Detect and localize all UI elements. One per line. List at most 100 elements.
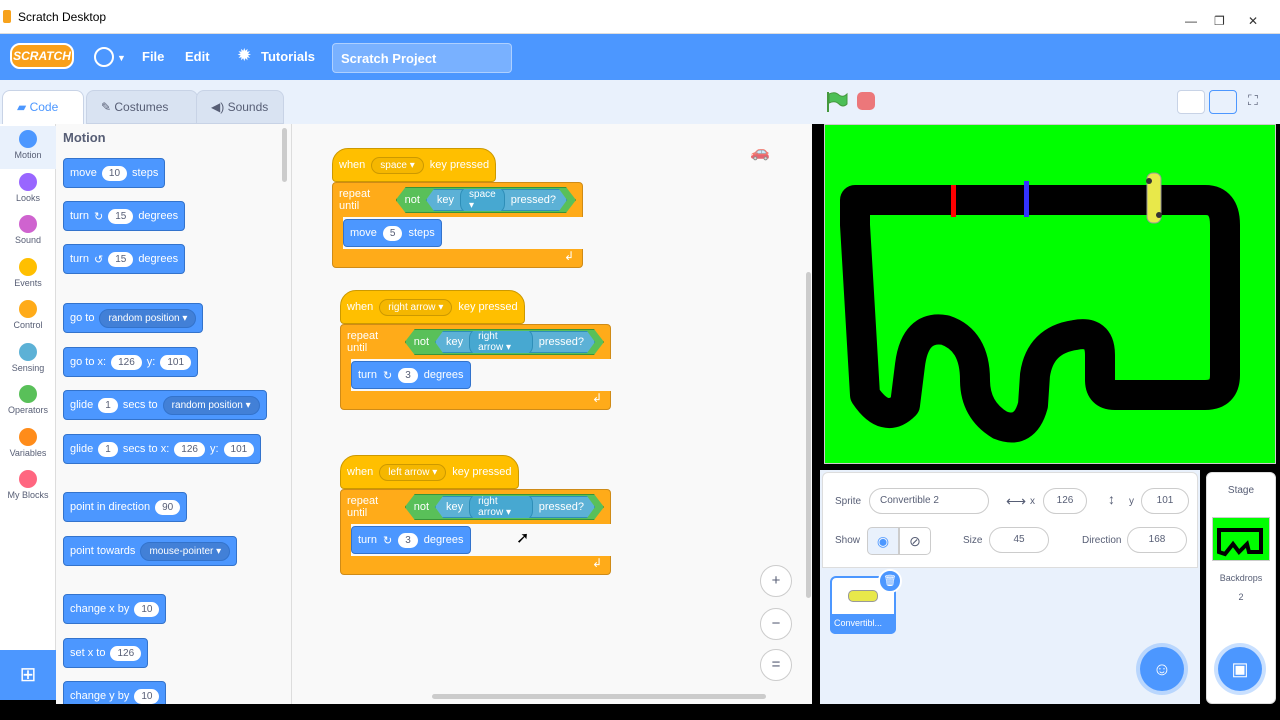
block-point-in-direction[interactable]: point in direction 90 [63, 492, 188, 522]
choose-backdrop-icon[interactable]: ▣ [1218, 647, 1262, 691]
direction-input[interactable]: 168 [1127, 527, 1187, 553]
sensing-key-dropdown[interactable]: right arrow ▾ [469, 493, 533, 521]
y-input[interactable]: 101 [223, 441, 255, 457]
block-set-x[interactable]: set x to 126 [63, 638, 149, 668]
point-towards-dropdown[interactable]: mouse-pointer ▾ [140, 541, 231, 561]
language-globe-icon[interactable] [94, 47, 114, 67]
file-menu[interactable]: File [142, 49, 164, 64]
choose-sprite-icon[interactable]: ☺ [1140, 647, 1184, 691]
show-hidden-icon[interactable]: ⊘ [899, 527, 931, 555]
glide-target-dropdown[interactable]: random position ▾ [162, 395, 260, 415]
stop-icon[interactable] [857, 92, 875, 110]
category-operators[interactable]: Operators [0, 381, 56, 424]
key-pressed-sensing[interactable]: key space ▾ pressed? [426, 189, 567, 211]
project-title-input[interactable]: Scratch Project [332, 43, 512, 73]
language-caret-icon[interactable]: ▼ [117, 53, 126, 63]
change-x-input[interactable]: 10 [134, 601, 160, 617]
fullscreen-icon[interactable]: ⛶ [1248, 92, 1258, 109]
degrees-input[interactable]: 15 [108, 208, 134, 224]
tab-code[interactable]: ▰ Code [2, 90, 84, 124]
script-horizontal-scrollbar[interactable] [432, 694, 766, 699]
repeat-until-block[interactable]: repeat until not key right arrow ▾ pressed… [340, 489, 612, 575]
steps-input[interactable]: 5 [382, 225, 403, 241]
palette-scrollbar[interactable] [282, 128, 287, 182]
category-looks[interactable]: Looks [0, 169, 56, 212]
tab-sounds[interactable]: ◀) Sounds [196, 90, 284, 124]
close-icon[interactable]: ✕ [1248, 14, 1258, 28]
turn-degrees-block[interactable]: turn ↻ 3 degrees [351, 526, 471, 554]
size-input[interactable]: 45 [989, 527, 1049, 553]
category-sensing[interactable]: Sensing [0, 339, 56, 382]
goto-target-dropdown[interactable]: random position ▾ [99, 308, 197, 328]
block-glide-to-xy[interactable]: glide 1 secs to x: 126 y: 101 [63, 434, 262, 464]
category-variables[interactable]: Variables [0, 424, 56, 467]
category-motion[interactable]: Motion [0, 126, 56, 169]
secs-input[interactable]: 1 [98, 441, 118, 457]
tutorials-menu[interactable]: Tutorials [261, 49, 315, 64]
tab-costumes[interactable]: ✎ Costumes [86, 90, 198, 124]
sensing-key-dropdown[interactable]: space ▾ [460, 186, 505, 214]
block-change-y[interactable]: change y by 10 [63, 681, 167, 704]
category-control[interactable]: Control [0, 296, 56, 339]
maximize-icon[interactable]: ❐ [1214, 14, 1225, 28]
backdrop-thumbnail[interactable] [1212, 517, 1270, 561]
edit-menu[interactable]: Edit [185, 49, 210, 64]
y-position-input[interactable]: 101 [1141, 488, 1189, 514]
x-position-input[interactable]: 126 [1043, 488, 1087, 514]
block-point-towards[interactable]: point towards mouse-pointer ▾ [63, 536, 238, 566]
direction-input[interactable]: 90 [155, 499, 181, 515]
block-go-to-xy[interactable]: go to x: 126 y: 101 [63, 347, 199, 377]
delete-sprite-icon[interactable]: 🗑 [878, 569, 902, 593]
not-operator[interactable]: not key right arrow ▾ pressed? [405, 329, 604, 355]
degrees-input[interactable]: 3 [398, 367, 418, 383]
minimize-icon[interactable]: — [1185, 14, 1197, 28]
category-my-blocks[interactable]: My Blocks [0, 466, 56, 509]
steps-input[interactable]: 10 [101, 165, 128, 181]
not-operator[interactable]: not key space ▾ pressed? [396, 187, 576, 213]
x-input[interactable]: 126 [174, 441, 205, 457]
sprite-name-input[interactable]: Convertible 2 [869, 488, 989, 514]
block-turn-left[interactable]: turn ↺ 15 degrees [63, 244, 186, 274]
sensing-key-dropdown[interactable]: right arrow ▾ [469, 328, 533, 356]
block-go-to[interactable]: go to random position ▾ [63, 303, 204, 333]
set-x-input[interactable]: 126 [110, 645, 142, 661]
scratch-logo[interactable]: SCRATCH [10, 43, 74, 69]
repeat-until-block[interactable]: repeat until not key space ▾ pressed? move… [332, 182, 584, 268]
normal-stage-icon[interactable] [1209, 90, 1237, 114]
key-dropdown[interactable]: left arrow ▾ [379, 463, 447, 481]
turn-degrees-block[interactable]: turn ↻ 3 degrees [351, 361, 471, 389]
secs-input[interactable]: 1 [98, 397, 118, 413]
move-steps-block[interactable]: move 5 steps [343, 219, 442, 247]
block-glide-to[interactable]: glide 1 secs to random position ▾ [63, 390, 267, 420]
add-extension-button[interactable]: ⊞ [0, 650, 56, 700]
degrees-input[interactable]: 3 [398, 532, 418, 548]
green-flag-icon[interactable] [826, 92, 848, 112]
stage-canvas[interactable] [824, 124, 1276, 464]
block-turn-right[interactable]: turn ↻ 15 degrees [63, 201, 186, 231]
when-key-pressed-hat[interactable]: when left arrow ▾ key pressed [340, 455, 519, 489]
category-events[interactable]: Events [0, 254, 56, 297]
key-pressed-sensing[interactable]: key right arrow ▾ pressed? [435, 331, 595, 353]
key-pressed-sensing[interactable]: key right arrow ▾ pressed? [435, 496, 595, 518]
when-key-pressed-hat[interactable]: when right arrow ▾ key pressed [340, 290, 525, 324]
degrees-input[interactable]: 15 [108, 251, 134, 267]
zoom-reset-icon[interactable]: = [760, 649, 792, 681]
zoom-out-icon[interactable]: − [760, 608, 792, 640]
repeat-until-block[interactable]: repeat until not key right arrow ▾ pressed… [340, 324, 612, 410]
small-stage-icon[interactable] [1177, 90, 1205, 114]
show-visible-icon[interactable]: ◉ [867, 527, 899, 555]
key-dropdown[interactable]: space ▾ [371, 156, 424, 174]
y-input[interactable]: 101 [160, 354, 192, 370]
script-vertical-scrollbar[interactable] [806, 272, 811, 598]
key-dropdown[interactable]: right arrow ▾ [379, 298, 453, 316]
convertible-sprite[interactable] [1143, 171, 1165, 229]
when-key-pressed-hat[interactable]: when space ▾ key pressed [332, 148, 497, 182]
zoom-in-icon[interactable]: + [760, 565, 792, 597]
block-move-steps[interactable]: move 10 steps [63, 158, 166, 188]
not-operator[interactable]: not key right arrow ▾ pressed? [405, 494, 604, 520]
x-input[interactable]: 126 [111, 354, 142, 370]
change-y-input[interactable]: 10 [134, 688, 160, 704]
category-sound[interactable]: Sound [0, 211, 56, 254]
script-area[interactable]: 🚗 when space ▾ key pressed repeat until no… [292, 124, 812, 704]
block-change-x[interactable]: change x by 10 [63, 594, 167, 624]
